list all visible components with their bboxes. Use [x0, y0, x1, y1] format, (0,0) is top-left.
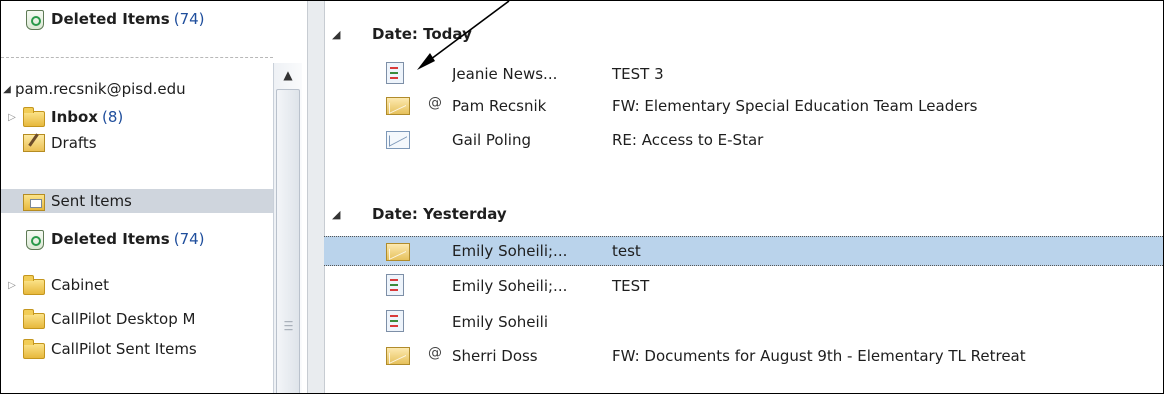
nav-folder-callpilot-sent[interactable]: CallPilot Sent Items: [1, 337, 273, 361]
message-row-selected[interactable]: Emily Soheili;... test: [324, 236, 1163, 266]
folder-label: Inbox: [51, 108, 98, 126]
group-header-yesterday[interactable]: ◢ Date: Yesterday: [324, 199, 1163, 229]
folder-icon: [23, 309, 45, 329]
message-list: ◢ Date: Today Jeanie News... TEST 3 @ Pa…: [324, 1, 1163, 393]
read-envelope-icon: [386, 243, 410, 261]
inbox-folder-icon: [23, 107, 45, 127]
scroll-thumb[interactable]: — — —: [276, 89, 300, 393]
message-row[interactable]: Emily Soheili: [324, 307, 1163, 337]
folder-label: Cabinet: [51, 276, 109, 294]
paperclip-icon: @: [428, 95, 442, 111]
message-from: Jeanie News...: [452, 65, 558, 83]
message-row[interactable]: Emily Soheili;... TEST: [324, 271, 1163, 301]
collapse-triangle-icon[interactable]: ◢: [332, 208, 354, 221]
nav-folder-deleted-items-top[interactable]: Deleted Items (74): [1, 7, 273, 31]
message-row[interactable]: Jeanie News... TEST 3: [324, 59, 1163, 89]
meeting-schedule-icon: [386, 310, 404, 332]
folder-icon: [23, 339, 45, 359]
message-from: Sherri Doss: [452, 347, 538, 365]
folder-label: Deleted Items: [51, 10, 170, 28]
scroll-up-arrow-icon[interactable]: ▲: [274, 63, 302, 87]
meeting-schedule-icon: [386, 62, 404, 84]
group-label: Date: Today: [372, 25, 472, 43]
drafts-icon: [23, 134, 45, 152]
message-subject: TEST 3: [612, 65, 664, 83]
nav-folder-callpilot-desktop[interactable]: CallPilot Desktop M: [1, 307, 273, 331]
message-subject: test: [612, 242, 641, 260]
folder-label: CallPilot Sent Items: [51, 340, 197, 358]
nav-folder-inbox[interactable]: ▷ Inbox (8): [1, 105, 273, 129]
folder-label: CallPilot Desktop M: [51, 310, 196, 328]
message-subject: FW: Documents for August 9th - Elementar…: [612, 347, 1026, 365]
expand-triangle-icon[interactable]: ▷: [1, 280, 23, 291]
folder-label: Deleted Items: [51, 230, 170, 248]
unread-count: (74): [173, 230, 205, 248]
expand-triangle-icon[interactable]: ▷: [1, 112, 23, 123]
nav-account[interactable]: ◢ pam.recsnik@pisd.edu: [1, 77, 273, 101]
message-subject: TEST: [612, 277, 650, 295]
recycle-bin-icon: [23, 230, 45, 250]
nav-scrollbar[interactable]: ▲ — — —: [273, 63, 302, 393]
read-envelope-icon: [386, 347, 410, 365]
navigation-pane: Deleted Items (74) ◢ pam.recsnik@pisd.ed…: [1, 1, 307, 393]
folder-label: Sent Items: [51, 192, 132, 210]
group-header-today[interactable]: ◢ Date: Today: [324, 19, 1163, 49]
outlook-window: Deleted Items (74) ◢ pam.recsnik@pisd.ed…: [0, 0, 1164, 394]
folder-icon: [23, 275, 45, 295]
account-label: pam.recsnik@pisd.edu: [15, 80, 186, 98]
folder-label: Drafts: [51, 134, 97, 152]
read-envelope-icon: [386, 97, 410, 115]
nav-divider: [1, 57, 273, 58]
message-from: Emily Soheili: [452, 313, 549, 331]
message-from: Pam Recsnik: [452, 97, 547, 115]
collapse-triangle-icon[interactable]: ◢: [1, 84, 13, 95]
group-label: Date: Yesterday: [372, 205, 507, 223]
message-row[interactable]: @ Pam Recsnik FW: Elementary Special Edu…: [324, 91, 1163, 121]
nav-folder-cabinet[interactable]: ▷ Cabinet: [1, 273, 273, 297]
unread-count: (8): [101, 108, 124, 126]
nav-folder-drafts[interactable]: Drafts: [1, 131, 273, 155]
unread-count: (74): [173, 10, 205, 28]
sent-items-icon: [23, 192, 45, 211]
message-row[interactable]: Gail Poling RE: Access to E-Star: [324, 125, 1163, 155]
collapse-triangle-icon[interactable]: ◢: [332, 28, 354, 41]
message-from: Gail Poling: [452, 131, 531, 149]
message-from: Emily Soheili;...: [452, 277, 568, 295]
nav-folder-sent-items[interactable]: Sent Items: [1, 189, 273, 213]
message-row[interactable]: @ Sherri Doss FW: Documents for August 9…: [324, 341, 1163, 371]
paperclip-icon: @: [428, 345, 442, 361]
envelope-icon: [386, 131, 410, 149]
grip-icon: — — —: [284, 317, 293, 335]
message-subject: FW: Elementary Special Education Team Le…: [612, 97, 978, 115]
meeting-schedule-icon: [386, 274, 404, 296]
nav-folder-deleted-items[interactable]: Deleted Items (74): [1, 227, 273, 251]
recycle-bin-icon: [23, 10, 45, 30]
pane-splitter[interactable]: [307, 1, 325, 393]
message-subject: RE: Access to E-Star: [612, 131, 764, 149]
message-from: Emily Soheili;...: [452, 242, 568, 260]
